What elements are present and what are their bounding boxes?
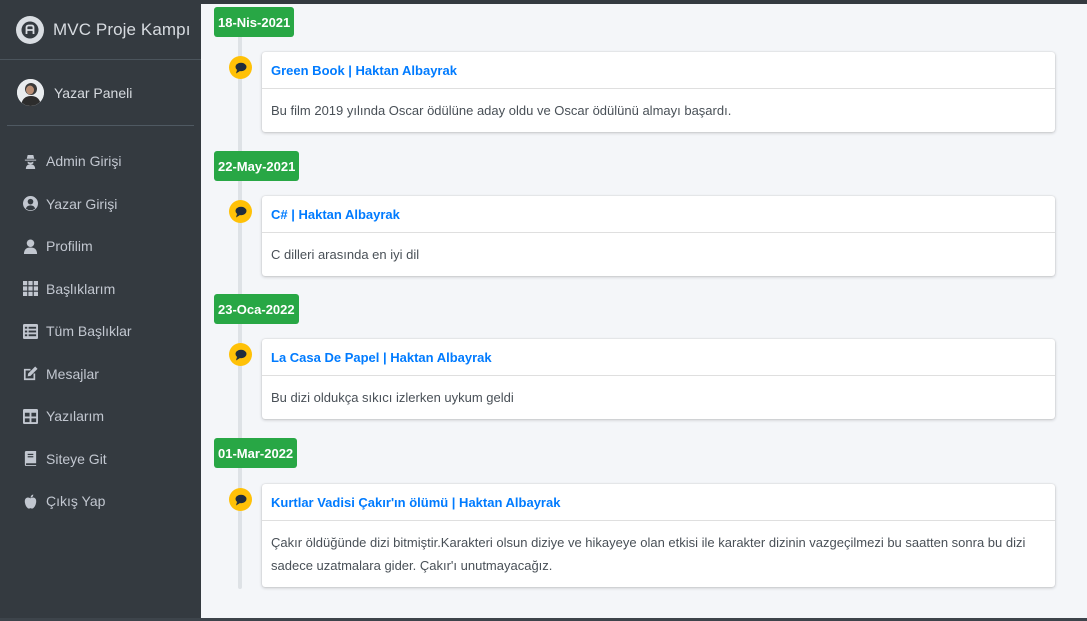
sidebar-item-label: Mesajlar bbox=[46, 365, 99, 382]
sidebar-item-label: Admin Girişi bbox=[46, 153, 122, 170]
timeline-date-label: 18-Nis-2021 bbox=[214, 7, 295, 37]
sidebar-item-cikis-yap[interactable]: Çıkış Yap bbox=[0, 480, 201, 523]
comment-icon bbox=[229, 200, 252, 223]
timeline-item: Kurtlar Vadisi Çakır'ın ölümü | Haktan A… bbox=[262, 484, 1055, 587]
user-circle-icon bbox=[22, 196, 38, 212]
timeline-item-body: Bu dizi oldukça sıkıcı izlerken uykum ge… bbox=[271, 390, 514, 405]
sidebar-item-label: Yazılarım bbox=[46, 408, 105, 425]
edit-icon bbox=[22, 366, 38, 382]
timeline-date-label: 22-May-2021 bbox=[214, 151, 300, 181]
brand-text: MVC Proje Kampı bbox=[53, 19, 191, 39]
sidebar-item-profilim[interactable]: Profilim bbox=[0, 225, 201, 268]
comment-icon bbox=[229, 488, 252, 511]
timeline-item-header: Kurtlar Vadisi Çakır'ın ölümü | Haktan A… bbox=[262, 484, 1055, 521]
user-secret-icon bbox=[22, 153, 38, 169]
sidebar-item-admin-girisi[interactable]: Admin Girişi bbox=[0, 140, 201, 183]
timeline-item-body: Çakır öldüğünde dizi bitmiştir.Karakteri… bbox=[271, 535, 1026, 573]
timeline-content: 18-Nis-2021 Green Book | Haktan Albayrak… bbox=[201, 4, 1087, 621]
timeline-item: Green Book | Haktan Albayrak Bu film 201… bbox=[262, 52, 1055, 132]
timeline-date-label: 23-Oca-2022 bbox=[214, 294, 299, 324]
apple-icon bbox=[22, 493, 38, 509]
user-panel[interactable]: Yazar Paneli bbox=[7, 60, 194, 126]
brand-link[interactable]: MVC Proje Kampı bbox=[0, 0, 201, 60]
grid-icon bbox=[22, 281, 38, 297]
timeline-item-title-link[interactable]: Kurtlar Vadisi Çakır'ın ölümü | Haktan A… bbox=[271, 495, 560, 510]
sidebar-item-label: Başlıklarım bbox=[46, 280, 116, 297]
sidebar-item-yazilarim[interactable]: Yazılarım bbox=[0, 395, 201, 438]
timeline-item-title-link[interactable]: Green Book | Haktan Albayrak bbox=[271, 63, 457, 78]
sidebar-item-yazar-girisi[interactable]: Yazar Girişi bbox=[0, 183, 201, 226]
avatar bbox=[17, 79, 44, 106]
timeline-item-title-link[interactable]: C# | Haktan Albayrak bbox=[271, 207, 400, 222]
timeline-item: La Casa De Papel | Haktan Albayrak Bu di… bbox=[262, 339, 1055, 419]
timeline-item-title-link[interactable]: La Casa De Papel | Haktan Albayrak bbox=[271, 350, 492, 365]
sidebar-item-label: Profilim bbox=[46, 238, 93, 255]
timeline-item-header: La Casa De Papel | Haktan Albayrak bbox=[262, 339, 1055, 376]
sidebar-nav: Admin Girişi Yazar Girişi Profilim Başlı… bbox=[0, 126, 201, 523]
sidebar-item-label: Çıkış Yap bbox=[46, 493, 106, 510]
table-icon bbox=[22, 408, 38, 424]
brand-logo-icon bbox=[16, 15, 44, 44]
list-icon bbox=[22, 323, 38, 339]
sidebar-item-siteye-git[interactable]: Siteye Git bbox=[0, 438, 201, 481]
sidebar-item-basliklarim[interactable]: Başlıklarım bbox=[0, 268, 201, 311]
timeline-item-body: C dilleri arasında en iyi dil bbox=[271, 247, 420, 262]
top-bar bbox=[0, 0, 1087, 4]
comment-icon bbox=[229, 343, 252, 366]
timeline-item-header: Green Book | Haktan Albayrak bbox=[262, 52, 1055, 89]
sidebar-item-mesajlar[interactable]: Mesajlar bbox=[0, 353, 201, 396]
user-icon bbox=[22, 238, 38, 254]
sidebar: MVC Proje Kampı Yazar Paneli Admin Giriş… bbox=[0, 0, 201, 621]
timeline-item-header: C# | Haktan Albayrak bbox=[262, 196, 1055, 233]
user-panel-label: Yazar Paneli bbox=[54, 84, 133, 101]
timeline-date-label: 01-Mar-2022 bbox=[214, 438, 298, 468]
timeline-item-body: Bu film 2019 yılında Oscar ödülüne aday … bbox=[271, 103, 732, 118]
sidebar-item-label: Tüm Başlıklar bbox=[46, 323, 132, 340]
comment-icon bbox=[229, 56, 252, 79]
timeline-item: C# | Haktan Albayrak C dilleri arasında … bbox=[262, 196, 1055, 276]
sidebar-item-label: Siteye Git bbox=[46, 450, 107, 467]
sidebar-item-tum-basliklar[interactable]: Tüm Başlıklar bbox=[0, 310, 201, 353]
book-icon bbox=[22, 451, 38, 467]
sidebar-item-label: Yazar Girişi bbox=[46, 195, 118, 212]
